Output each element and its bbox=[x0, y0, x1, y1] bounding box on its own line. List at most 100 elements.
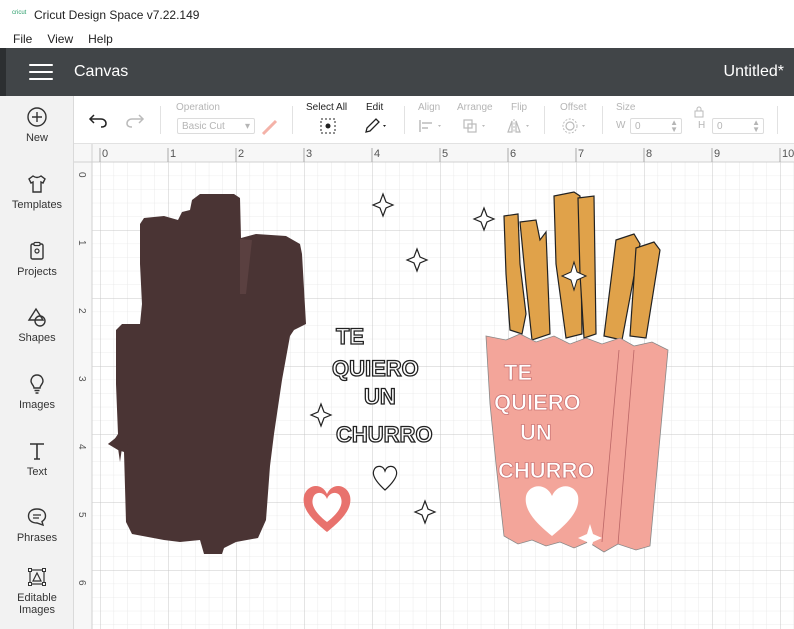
width-value: 0 bbox=[635, 121, 641, 132]
vertical-ruler bbox=[74, 144, 92, 629]
sidebar-item-label: Phrases bbox=[16, 532, 58, 544]
ruler-tick-label: 1 bbox=[76, 240, 87, 246]
ruler-tick-label: 4 bbox=[76, 444, 87, 450]
ruler-tick-label: 6 bbox=[510, 148, 516, 160]
lock-icon[interactable] bbox=[694, 106, 704, 118]
horizontal-ruler bbox=[74, 144, 794, 162]
menu-bar: File View Help bbox=[0, 30, 794, 48]
sidebar-item-label: Shapes bbox=[18, 332, 56, 344]
cup-line-4: CHURRO bbox=[498, 458, 595, 483]
phrase-line-1: TE bbox=[336, 324, 364, 349]
sidebar-item-images[interactable]: Images bbox=[0, 373, 74, 411]
height-value: 0 bbox=[717, 121, 723, 132]
redo-icon[interactable] bbox=[125, 112, 145, 128]
ruler-tick-label: 0 bbox=[76, 172, 87, 178]
hamburger-menu-icon[interactable] bbox=[29, 64, 53, 80]
operation-value: Basic Cut bbox=[182, 121, 225, 132]
chevron-down-icon: ▾ bbox=[244, 121, 250, 132]
select-all-icon[interactable] bbox=[320, 118, 336, 134]
toolbar-divider bbox=[602, 106, 603, 134]
size-label: Size bbox=[616, 102, 636, 113]
design-canvas[interactable]: 0 1 2 3 4 5 6 7 8 9 10 0 1 2 3 4 5 6 TE QUIERO UN CHURRO bbox=[74, 144, 794, 629]
sidebar-item-label: Projects bbox=[17, 266, 57, 278]
page-title: Canvas bbox=[74, 63, 129, 80]
operation-label: Operation bbox=[176, 102, 220, 113]
project-name[interactable]: Untitled* bbox=[724, 63, 784, 81]
offset-icon[interactable] bbox=[562, 118, 590, 134]
ruler-tick-label: 0 bbox=[102, 148, 108, 160]
sidebar-item-projects[interactable]: Projects bbox=[0, 240, 74, 278]
sidebar-item-label: New bbox=[25, 132, 48, 144]
ruler-tick-label: 10 bbox=[782, 148, 794, 160]
ruler-tick-label: 6 bbox=[76, 580, 87, 586]
sidebar-item-editable-images[interactable]: Editable Images bbox=[0, 566, 74, 616]
phrase-line-3: UN bbox=[364, 384, 396, 409]
stepper-arrows-icon: ▲ ▼ bbox=[670, 118, 678, 134]
stepper-arrows-icon: ▲ ▼ bbox=[752, 118, 760, 134]
cricut-logo-icon: cricut bbox=[12, 10, 27, 16]
undo-icon[interactable] bbox=[88, 112, 108, 128]
sidebar-item-text[interactable]: Text bbox=[0, 440, 74, 478]
plus-circle-icon bbox=[27, 107, 47, 127]
arrange-label: Arrange bbox=[457, 102, 493, 113]
pen-color-swatch-icon[interactable] bbox=[260, 118, 280, 136]
edit-toolbar: Operation Basic Cut ▾ Select All Edit Al… bbox=[74, 96, 794, 144]
sidebar-item-label: Text bbox=[26, 466, 48, 478]
phrase-line-4: CHURRO bbox=[336, 422, 433, 447]
flip-icon[interactable] bbox=[506, 118, 534, 134]
flip-label: Flip bbox=[511, 102, 528, 113]
edit-pencil-icon[interactable] bbox=[364, 118, 390, 134]
width-label: W bbox=[616, 120, 626, 131]
menu-view[interactable]: View bbox=[47, 32, 73, 46]
ruler-tick-label: 7 bbox=[578, 148, 584, 160]
align-icon[interactable] bbox=[418, 118, 446, 134]
editable-images-icon bbox=[28, 568, 46, 586]
menu-file[interactable]: File bbox=[13, 32, 32, 46]
sidebar-item-phrases[interactable]: Phrases bbox=[0, 506, 74, 544]
cup-line-2: QUIERO bbox=[494, 390, 581, 415]
arrange-icon[interactable] bbox=[462, 118, 490, 134]
ruler-tick-label: 8 bbox=[646, 148, 652, 160]
toolbar-divider bbox=[160, 106, 161, 134]
width-input[interactable]: 0 ▲ ▼ bbox=[630, 118, 682, 134]
canvas-grid[interactable]: 0 1 2 3 4 5 6 7 8 9 10 0 1 2 3 4 5 6 TE QUIERO UN CHURRO bbox=[74, 144, 794, 629]
speech-bubble-icon bbox=[27, 508, 47, 527]
ruler-tick-label: 3 bbox=[76, 376, 87, 382]
toolbar-divider bbox=[544, 106, 545, 134]
toolbar-divider bbox=[404, 106, 405, 134]
sidebar-item-templates[interactable]: Templates bbox=[0, 173, 74, 211]
tshirt-icon bbox=[28, 175, 46, 193]
sidebar-item-label-line2: Images bbox=[18, 604, 56, 616]
sidebar-item-shapes[interactable]: Shapes bbox=[0, 306, 74, 344]
ruler-tick-label: 2 bbox=[238, 148, 244, 160]
sidebar-item-new[interactable]: New bbox=[0, 106, 74, 144]
text-t-icon bbox=[30, 443, 44, 460]
phrase-line-2: QUIERO bbox=[332, 356, 419, 381]
cup-line-1: TE bbox=[504, 360, 532, 385]
window-titlebar: cricut Cricut Design Space v7.22.149 bbox=[0, 0, 794, 30]
ruler-tick-label: 5 bbox=[442, 148, 448, 160]
operation-select[interactable]: Basic Cut ▾ bbox=[177, 118, 255, 134]
height-input[interactable]: 0 ▲ ▼ bbox=[712, 118, 764, 134]
ruler-tick-label: 2 bbox=[76, 308, 87, 314]
edit-label: Edit bbox=[366, 102, 384, 113]
sidebar-item-label: Templates bbox=[11, 199, 63, 211]
ruler-tick-label: 9 bbox=[714, 148, 720, 160]
offset-label: Offset bbox=[560, 102, 587, 113]
toolbar-divider bbox=[777, 106, 778, 134]
ruler-tick-label: 1 bbox=[170, 148, 176, 160]
ruler-tick-label: 3 bbox=[306, 148, 312, 160]
shapes-icon bbox=[27, 307, 46, 327]
ruler-tick-label: 5 bbox=[76, 512, 87, 518]
align-label: Align bbox=[418, 102, 441, 113]
toolbar-divider bbox=[292, 106, 293, 134]
app-header: Canvas Untitled* bbox=[0, 48, 794, 96]
sidebar-item-label: Images bbox=[18, 399, 56, 411]
ruler-tick-label: 4 bbox=[374, 148, 380, 160]
height-label: H bbox=[698, 120, 706, 131]
clipboard-icon bbox=[30, 241, 44, 260]
cup-line-3: UN bbox=[520, 420, 552, 445]
sidebar: New Templates Projects Shapes Images Tex… bbox=[0, 96, 74, 629]
menu-help[interactable]: Help bbox=[88, 32, 113, 46]
sidebar-item-label: Editable bbox=[17, 592, 57, 604]
